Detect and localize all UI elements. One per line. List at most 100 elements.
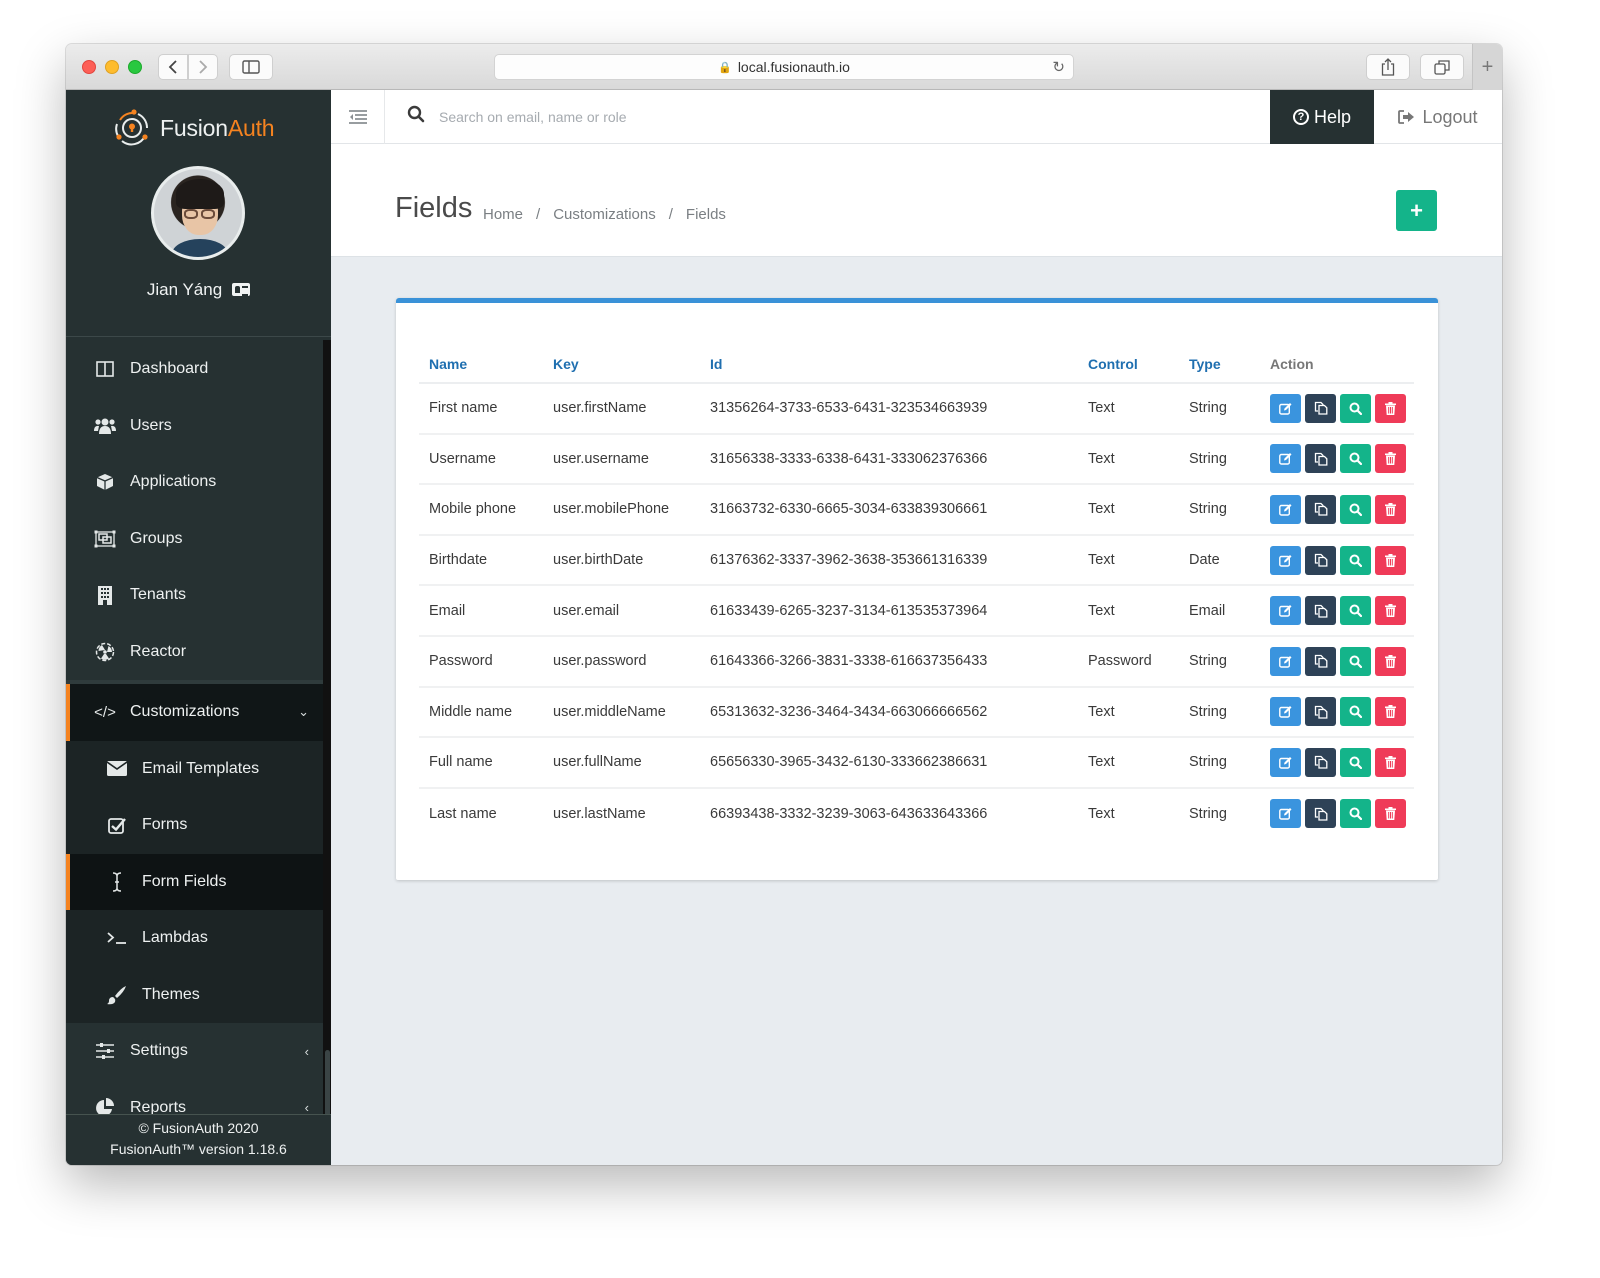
duplicate-button[interactable] [1305, 799, 1336, 829]
edit-button[interactable] [1270, 393, 1301, 423]
duplicate-button[interactable] [1305, 494, 1336, 524]
tab-overview-button[interactable] [1420, 54, 1464, 80]
duplicate-button[interactable] [1305, 697, 1336, 727]
brand-logo[interactable]: FusionAuth [112, 108, 275, 148]
view-button[interactable] [1340, 494, 1371, 524]
search-icon [1349, 807, 1362, 821]
view-button[interactable] [1340, 747, 1371, 777]
duplicate-button[interactable] [1305, 596, 1336, 626]
sidebar-item-themes[interactable]: Themes [66, 966, 323, 1023]
edit-button[interactable] [1270, 799, 1301, 829]
sidebar-item-settings[interactable]: Settings ‹ [66, 1023, 323, 1080]
column-header-type[interactable]: Type [1179, 345, 1260, 384]
cell-name: First name [419, 383, 543, 435]
logout-button[interactable]: Logout [1374, 90, 1502, 144]
column-header-name[interactable]: Name [419, 345, 543, 384]
user-avatar[interactable] [151, 166, 245, 260]
delete-button[interactable] [1375, 799, 1406, 829]
edit-button[interactable] [1270, 646, 1301, 676]
view-button[interactable] [1340, 393, 1371, 423]
sidebar-scrollbar[interactable] [323, 340, 331, 1120]
lock-icon: 🔒 [718, 61, 732, 74]
cell-actions [1260, 737, 1414, 789]
address-bar[interactable]: 🔒 local.fusionauth.io ↻ [494, 54, 1074, 80]
view-button[interactable] [1340, 545, 1371, 575]
close-window-button[interactable] [82, 60, 96, 74]
duplicate-button[interactable] [1305, 747, 1336, 777]
edit-button[interactable] [1270, 494, 1301, 524]
search-input[interactable] [439, 104, 1139, 130]
sidebar-item-forms[interactable]: Forms [66, 797, 323, 854]
show-sidebar-button[interactable] [229, 54, 273, 80]
sidebar-item-applications[interactable]: Applications [66, 454, 323, 511]
sidebar-item-reactor[interactable]: Reactor [66, 624, 323, 681]
view-button[interactable] [1340, 799, 1371, 829]
sidebar-item-dashboard[interactable]: Dashboard [66, 341, 323, 398]
sidebar-item-label: Users [130, 416, 172, 434]
edit-button[interactable] [1270, 697, 1301, 727]
back-button[interactable] [158, 54, 188, 80]
duplicate-button[interactable] [1305, 545, 1336, 575]
delete-button[interactable] [1375, 697, 1406, 727]
column-header-id[interactable]: Id [700, 345, 1078, 384]
delete-button[interactable] [1375, 545, 1406, 575]
copy-icon [1314, 655, 1327, 668]
column-header-key[interactable]: Key [543, 345, 700, 384]
view-button[interactable] [1340, 697, 1371, 727]
sidebar-item-label: Form Fields [142, 872, 227, 890]
duplicate-button[interactable] [1305, 646, 1336, 676]
delete-button[interactable] [1375, 747, 1406, 777]
zoom-window-button[interactable] [128, 60, 142, 74]
sidebar-collapse-button[interactable] [331, 90, 385, 144]
view-button[interactable] [1340, 596, 1371, 626]
duplicate-button[interactable] [1305, 444, 1336, 474]
duplicate-button[interactable] [1305, 393, 1336, 423]
sidebar-scrollbar-thumb[interactable] [325, 1050, 330, 1118]
help-button[interactable]: ? Help [1270, 90, 1374, 144]
column-header-control[interactable]: Control [1078, 345, 1179, 384]
trash-icon [1385, 807, 1396, 821]
breadcrumb-home[interactable]: Home [483, 206, 523, 223]
forward-button[interactable] [188, 54, 218, 80]
breadcrumb-customizations[interactable]: Customizations [553, 206, 656, 223]
edit-button[interactable] [1270, 545, 1301, 575]
cell-id: 66393438-3332-3239-3063-643633643366 [710, 805, 988, 822]
cell-type: String [1189, 805, 1227, 822]
sidebar-item-form-fields[interactable]: Form Fields [66, 853, 323, 910]
cell-actions [1260, 433, 1414, 486]
sidebar-item-lambdas[interactable]: Lambdas [66, 910, 323, 967]
sidebar-item-email-templates[interactable]: Email Templates [66, 740, 323, 797]
cell-id: 61376362-3337-3962-3638-353661316339 [700, 534, 1078, 587]
edit-button[interactable] [1270, 596, 1301, 626]
add-field-button[interactable]: + [1396, 190, 1437, 231]
trash-icon [1385, 705, 1396, 719]
delete-button[interactable] [1375, 494, 1406, 524]
cell-type: String [1179, 484, 1260, 536]
cell-key: user.middleName [543, 686, 700, 739]
fields-panel: Name Key Id Control Type Action First na… [396, 298, 1438, 880]
view-button[interactable] [1340, 646, 1371, 676]
dashboard-icon [94, 361, 116, 378]
delete-button[interactable] [1375, 444, 1406, 474]
delete-button[interactable] [1375, 393, 1406, 423]
delete-button[interactable] [1375, 646, 1406, 676]
cell-id: 31663732-6330-6665-3034-633839306661 [700, 484, 1078, 536]
delete-button[interactable] [1375, 596, 1406, 626]
sidebar-footer: © FusionAuth 2020 FusionAuth™ version 1.… [66, 1114, 331, 1165]
edit-icon [1279, 808, 1292, 820]
new-tab-button[interactable]: + [1472, 44, 1502, 90]
sidebar-item-customizations[interactable]: </> Customizations ⌄ [66, 684, 323, 741]
sidebar-item-groups[interactable]: Groups [66, 511, 323, 568]
minimize-window-button[interactable] [105, 60, 119, 74]
id-card-icon[interactable] [232, 283, 251, 296]
reload-icon[interactable]: ↻ [1052, 58, 1065, 76]
share-button[interactable] [1366, 54, 1410, 80]
cell-actions [1260, 534, 1414, 587]
edit-button[interactable] [1270, 444, 1301, 474]
brand-name: FusionAuth [160, 114, 275, 141]
sidebar-item-tenants[interactable]: Tenants [66, 567, 323, 624]
edit-button[interactable] [1270, 747, 1301, 777]
sidebar-item-users[interactable]: Users [66, 398, 323, 455]
view-button[interactable] [1340, 444, 1371, 474]
cell-id: 31356264-3733-6533-6431-323534663939 [700, 383, 1078, 435]
